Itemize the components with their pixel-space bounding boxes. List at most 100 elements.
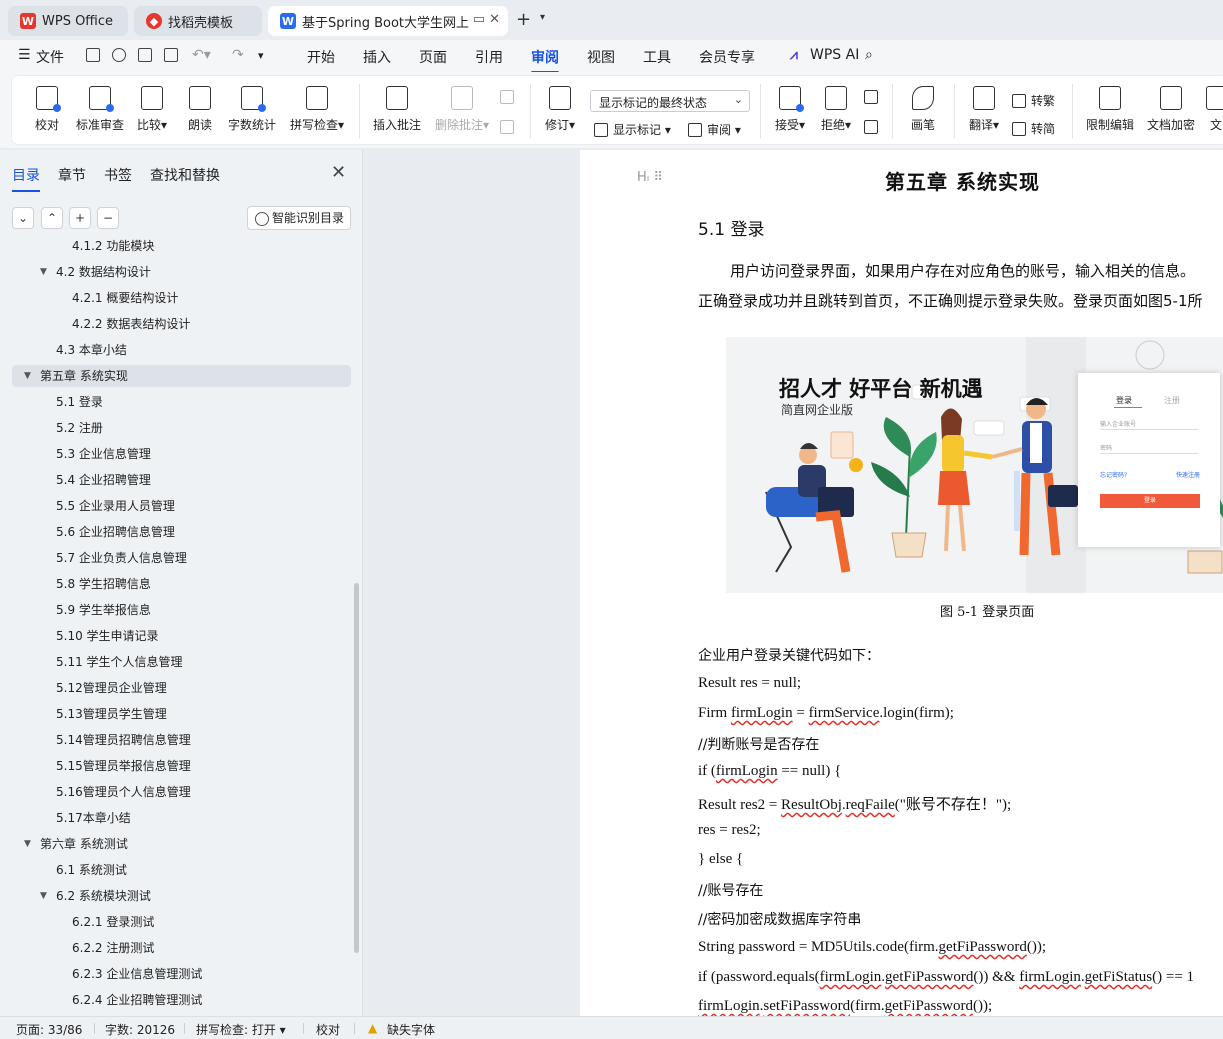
toc-item[interactable]: ▼ 6.2 系统模块测试 (12, 885, 351, 907)
chevron-down-icon[interactable]: ▾ (540, 12, 545, 23)
translate-button[interactable]: 翻译▾ (964, 86, 1004, 133)
reject-button[interactable]: 拒绝▾ (818, 86, 854, 133)
toc-item[interactable]: 6.2.4 企业招聘管理测试 (12, 989, 351, 1011)
to-simplified-button[interactable]: 转简 (1012, 120, 1055, 137)
restrict-edit-button[interactable]: 限制编辑 (1084, 86, 1136, 133)
toc-item[interactable]: 5.6 企业招聘信息管理 (12, 521, 351, 543)
toc-item[interactable]: 5.3 企业信息管理 (12, 443, 351, 465)
doc-more-button[interactable]: 文 (1206, 86, 1223, 133)
menu-home[interactable]: 开始 (307, 47, 335, 67)
hamburger-icon[interactable]: ☰ (18, 47, 31, 63)
toc-item[interactable]: 5.17本章小结 (12, 807, 351, 829)
markup-state-select[interactable]: 显示标记的最终状态 ⌄ (590, 90, 750, 112)
menu-review[interactable]: 审阅 (531, 47, 559, 74)
menu-view[interactable]: 视图 (587, 47, 615, 67)
show-markup-button[interactable]: 显示标记 ▾ (594, 121, 671, 138)
word-count-button[interactable]: 字数统计 (227, 86, 277, 133)
expand-up-button[interactable]: ⌃ (41, 207, 63, 229)
menu-insert[interactable]: 插入 (363, 47, 391, 67)
proofread-button[interactable]: 校对 (34, 86, 61, 133)
toc-item[interactable]: 5.8 学生招聘信息 (12, 573, 351, 595)
toc-item[interactable]: 5.9 学生举报信息 (12, 599, 351, 621)
to-traditional-button[interactable]: 转繁 (1012, 92, 1055, 109)
save-icon[interactable] (86, 48, 100, 62)
toc-item[interactable]: 5.1 登录 (12, 391, 351, 413)
panel-tab-bookmarks[interactable]: 书签 (104, 165, 132, 185)
next-change-icon[interactable] (864, 120, 883, 134)
toc-item[interactable]: 6.2.2 注册测试 (12, 937, 351, 959)
tab-wps-office[interactable]: W WPS Office (8, 6, 128, 36)
accept-button[interactable]: 接受▾ (772, 86, 808, 133)
tab-document[interactable]: W 基于Spring Boot大学生网上 ▭ ✕ (268, 6, 508, 36)
toc-item[interactable]: 5.5 企业录用人员管理 (12, 495, 351, 517)
menu-file[interactable]: 文件 (36, 47, 64, 67)
remove-heading-button[interactable]: − (97, 207, 119, 229)
new-tab-icon[interactable]: + (516, 9, 531, 30)
more-chevron-icon[interactable]: ▾ (258, 49, 264, 62)
missing-font-indicator[interactable]: 缺失字体 (387, 1021, 435, 1038)
pen-button[interactable]: 画笔 (908, 86, 938, 133)
proofread-indicator[interactable]: 校对 (316, 1021, 340, 1038)
delete-comment-button[interactable]: 删除批注▾ (432, 86, 492, 133)
toc-item[interactable]: 5.7 企业负责人信息管理 (12, 547, 351, 569)
collapse-all-button[interactable]: ⌄ (12, 207, 34, 229)
toc-item[interactable]: 5.11 学生个人信息管理 (12, 651, 351, 673)
spell-check-button[interactable]: 拼写检查▾ (287, 86, 347, 133)
toc-item[interactable]: ▼ 第五章 系统实现 (12, 365, 351, 387)
panel-tab-chapters[interactable]: 章节 (58, 165, 86, 185)
toc-item[interactable]: 5.16管理员个人信息管理 (12, 781, 351, 803)
menu-page[interactable]: 页面 (419, 47, 447, 67)
search-icon[interactable]: ⌕ (865, 47, 873, 63)
smart-toc-button[interactable]: 智能识别目录 (247, 206, 351, 230)
toc-item[interactable]: 4.2.1 概要结构设计 (12, 287, 351, 309)
doc-encrypt-button[interactable]: 文档加密 (1146, 86, 1196, 133)
menu-wps-ai[interactable]: WPS AI (810, 47, 859, 63)
toc-item[interactable]: 4.2.2 数据表结构设计 (12, 313, 351, 335)
tab-docer-templates[interactable]: ◆ 找稻壳模板 (134, 6, 262, 36)
page-indicator[interactable]: 页面: 33/86 (16, 1021, 82, 1038)
print-preview-icon[interactable] (164, 48, 178, 62)
print-icon[interactable] (138, 48, 152, 62)
panel-tab-find-replace[interactable]: 查找和替换 (150, 165, 220, 185)
toc-item[interactable]: 5.13管理员学生管理 (12, 703, 351, 725)
toc-item[interactable]: 5.14管理员招聘信息管理 (12, 729, 351, 751)
spell-check-indicator[interactable]: 拼写检查: 打开 ▾ (196, 1021, 286, 1038)
add-heading-button[interactable]: + (69, 207, 91, 229)
menu-reference[interactable]: 引用 (475, 47, 503, 67)
prev-change-icon[interactable] (864, 90, 883, 104)
expand-triangle-icon[interactable]: ▼ (24, 365, 31, 387)
close-icon[interactable]: ✕ (331, 162, 346, 183)
toc-item[interactable]: 6.2.1 登录测试 (12, 911, 351, 933)
document-page[interactable]: Hı ⠿ 第五章 系统实现 5.1 登录 用户访问登录界面，如果用户存在对应角色… (580, 150, 1223, 1016)
undo-icon[interactable]: ↶▾ (192, 47, 211, 63)
toc-item[interactable]: 4.3 本章小结 (12, 339, 351, 361)
toc-item[interactable]: 5.4 企业招聘管理 (12, 469, 351, 491)
toc-item[interactable]: 5.15管理员举报信息管理 (12, 755, 351, 777)
panel-tab-toc[interactable]: 目录 (12, 165, 40, 192)
redo-icon[interactable]: ↷ (232, 47, 244, 63)
compare-button[interactable]: 比较▾ (134, 86, 170, 133)
share-icon[interactable] (112, 48, 126, 62)
toc-item[interactable]: ▼ 4.2 数据结构设计 (12, 261, 351, 283)
toc-item[interactable]: 4.1.2 功能模块 (12, 238, 351, 257)
menu-membership[interactable]: 会员专享 (699, 47, 755, 67)
review-pane-button[interactable]: 审阅 ▾ (688, 121, 741, 138)
toc-item[interactable]: 5.2 注册 (12, 417, 351, 439)
menu-tools[interactable]: 工具 (643, 47, 671, 67)
toc-item[interactable]: 6.1 系统测试 (12, 859, 351, 881)
next-comment-icon[interactable] (500, 120, 519, 134)
read-aloud-button[interactable]: 朗读 (186, 86, 214, 133)
expand-triangle-icon[interactable]: ▼ (40, 885, 47, 907)
expand-triangle-icon[interactable]: ▼ (40, 261, 47, 283)
toc-item[interactable]: ▼ 第六章 系统测试 (12, 833, 351, 855)
standard-review-button[interactable]: 标准审查 (74, 86, 126, 133)
toc-scrollbar[interactable] (354, 583, 359, 953)
toc-item[interactable]: 5.12管理员企业管理 (12, 677, 351, 699)
toc-item[interactable]: 5.10 学生申请记录 (12, 625, 351, 647)
insert-comment-button[interactable]: 插入批注 (372, 86, 422, 133)
revise-button[interactable]: 修订▾ (542, 86, 578, 133)
tab-close-icon[interactable]: ▭ ✕ (473, 12, 500, 27)
toc-item[interactable]: 6.2.3 企业信息管理测试 (12, 963, 351, 985)
expand-triangle-icon[interactable]: ▼ (24, 833, 31, 855)
prev-comment-icon[interactable] (500, 90, 519, 104)
